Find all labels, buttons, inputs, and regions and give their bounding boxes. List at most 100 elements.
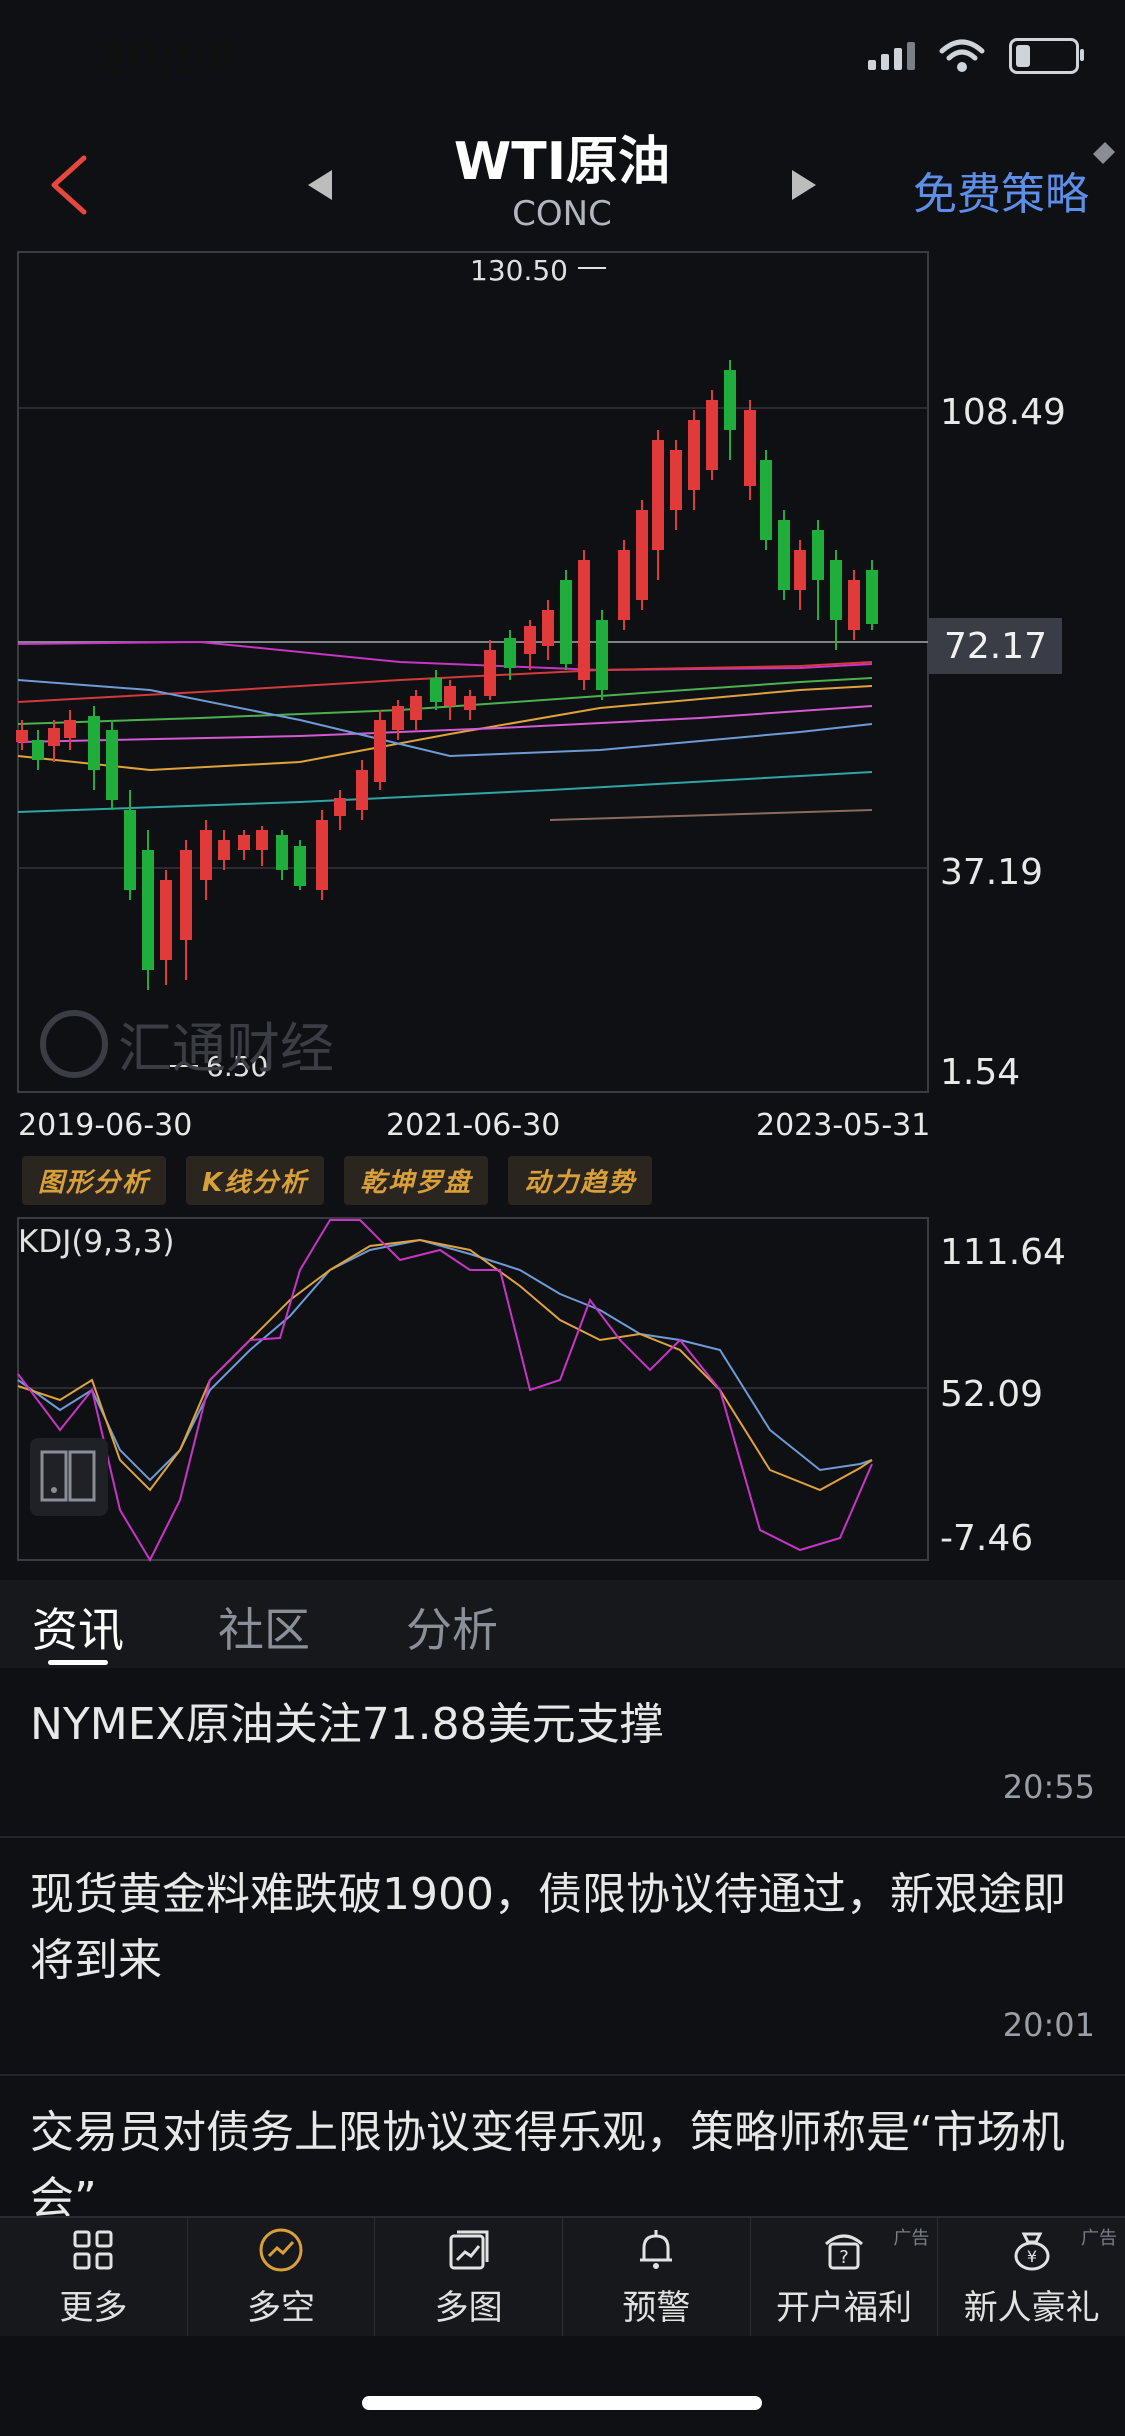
- page-title: WTI原油: [453, 132, 671, 192]
- candle-body: [124, 810, 136, 890]
- status-time: 20:58: [96, 34, 237, 85]
- analysis-tags: 图形分析 K线分析 乾坤罗盘 动力趋势: [22, 1156, 653, 1205]
- candlestick-chart[interactable]: 108.4937.191.5472.17130.506.50111.6452.0…: [0, 250, 1125, 1580]
- nav-label: 预警: [622, 2287, 691, 2328]
- candle-body: [524, 626, 536, 654]
- tag-kline-analysis[interactable]: K线分析: [186, 1156, 325, 1205]
- candle-body: [48, 728, 60, 746]
- tab-analysis[interactable]: 分析: [406, 1594, 498, 1660]
- news-item[interactable]: 交易员对债务上限协议变得乐观，策略师称是“市场机会”: [0, 2076, 1125, 2216]
- layout-toggle-button[interactable]: [30, 1438, 108, 1516]
- candle-body: [618, 550, 630, 620]
- candle-body: [688, 420, 700, 490]
- candle-body: [830, 560, 842, 620]
- news-item[interactable]: 现货黄金料难跌破1900，债限协议待通过，新艰途即将到来 20:01: [0, 1838, 1125, 2076]
- tag-qiankun-compass[interactable]: 乾坤罗盘: [344, 1156, 489, 1205]
- y-axis-label: 37.19: [940, 852, 1043, 893]
- nav-new-user-gift[interactable]: 广告 ¥ 新人豪礼: [938, 2218, 1125, 2336]
- nav-alert[interactable]: 预警: [563, 2218, 751, 2336]
- back-button[interactable]: [40, 150, 100, 220]
- candle-body: [142, 850, 154, 970]
- svg-text:¥: ¥: [1027, 2247, 1037, 2266]
- candle-body: [848, 580, 860, 630]
- kdj-d-line: [17, 1238, 873, 1492]
- tab-community[interactable]: 社区: [218, 1594, 310, 1660]
- candle-body: [636, 510, 648, 600]
- nav-multi-chart[interactable]: 多图: [375, 2218, 564, 2336]
- page-subtitle: CONC: [512, 194, 612, 234]
- y-axis-label: 1.54: [940, 1052, 1020, 1093]
- nav-label: 多图: [434, 2287, 503, 2328]
- candle-body: [392, 706, 404, 730]
- ad-tag: 广告: [893, 2228, 930, 2249]
- date-label-start: 2019-06-30: [18, 1108, 193, 1143]
- nav-label: 更多: [59, 2287, 128, 2328]
- next-symbol-button[interactable]: [792, 170, 816, 200]
- ad-tag: 广告: [1081, 2228, 1118, 2249]
- nav-account-bonus[interactable]: 广告 ? 开户福利: [751, 2218, 939, 2336]
- news-time: 20:55: [1002, 1768, 1095, 1806]
- candle-body: [88, 716, 100, 770]
- candle-body: [812, 530, 824, 580]
- battery-icon: [1009, 38, 1084, 74]
- candle-body: [374, 720, 386, 782]
- tab-underline: [48, 1660, 108, 1665]
- free-strategy-link[interactable]: 免费策略: [913, 158, 1089, 222]
- nav-more[interactable]: 更多: [0, 2218, 188, 2336]
- status-icons: [868, 38, 1084, 74]
- current-price-label: 72.17: [944, 626, 1047, 667]
- title-block: WTI原油 CONC: [380, 130, 744, 234]
- trend-icon: [259, 2228, 303, 2271]
- candle-body: [464, 696, 476, 710]
- date-label-end: 2023-05-31: [756, 1108, 931, 1143]
- high-label: 130.50: [470, 254, 568, 287]
- news-tabs: 资讯 社区 分析: [0, 1580, 1125, 1668]
- candle-body: [160, 880, 172, 960]
- candle-body: [504, 638, 516, 668]
- prev-symbol-button[interactable]: [308, 170, 332, 200]
- bottom-nav: 更多 多空 多图 预警 广告 ? 开户福利 广告 ¥ 新人豪礼: [0, 2216, 1125, 2336]
- candle-body: [218, 840, 230, 860]
- candle-body: [706, 400, 718, 470]
- candle-body: [724, 370, 736, 430]
- nav-label: 开户福利: [776, 2287, 913, 2328]
- svg-text:?: ?: [839, 2247, 849, 2268]
- tag-pattern-analysis[interactable]: 图形分析: [22, 1156, 167, 1205]
- nav-long-short[interactable]: 多空: [188, 2218, 376, 2336]
- news-title: 交易员对债务上限协议变得乐观，策略师称是“市场机会”: [30, 2107, 1065, 2216]
- grid-icon: [73, 2230, 113, 2269]
- candle-body: [484, 650, 496, 696]
- candle-body: [256, 830, 268, 850]
- layout-toggle-icon: [40, 1450, 96, 1502]
- candle-body: [652, 440, 664, 550]
- gift-question-icon: ?: [825, 2234, 864, 2269]
- multi-chart-icon: [449, 2230, 489, 2269]
- candle-body: [316, 820, 328, 890]
- bell-icon: [640, 2229, 673, 2269]
- candle-body: [200, 830, 212, 880]
- nav-label: 新人豪礼: [963, 2287, 1100, 2328]
- signal-icon: [868, 42, 915, 70]
- chart-area[interactable]: 108.49 37.19 1.54 72.17 130.50 6.50 111.64 52.0…: [0, 250, 1125, 1580]
- candle-body: [744, 410, 756, 486]
- nav-label: 多空: [247, 2287, 315, 2328]
- kdj-k-line: [17, 1238, 873, 1482]
- money-bag-icon: ¥: [1014, 2232, 1050, 2270]
- tab-news[interactable]: 资讯: [32, 1594, 124, 1660]
- candle-body: [334, 798, 346, 816]
- news-list: NYMEX原油关注71.88美元支撑 20:55 现货黄金料难跌破1900，债限…: [0, 1668, 1125, 2216]
- news-title: 现货黄金料难跌破1900，债限协议待通过，新艰途即将到来: [30, 1869, 1066, 1986]
- candle-body: [238, 835, 250, 850]
- news-time: 20:01: [1002, 2006, 1095, 2044]
- main-chart-frame: [17, 251, 929, 1093]
- corner-badge-icon: [1093, 142, 1115, 164]
- candle-body: [276, 835, 288, 870]
- news-item[interactable]: NYMEX原油关注71.88美元支撑 20:55: [0, 1668, 1125, 1838]
- candle-body: [410, 696, 422, 720]
- candle-body: [760, 460, 772, 540]
- news-title: NYMEX原油关注71.88美元支撑: [30, 1699, 664, 1750]
- kdj-y-label: -7.46: [940, 1518, 1033, 1559]
- kdj-label: KDJ(9,3,3): [18, 1224, 175, 1260]
- candle-body: [542, 610, 554, 646]
- tag-momentum-trend[interactable]: 动力趋势: [508, 1156, 653, 1205]
